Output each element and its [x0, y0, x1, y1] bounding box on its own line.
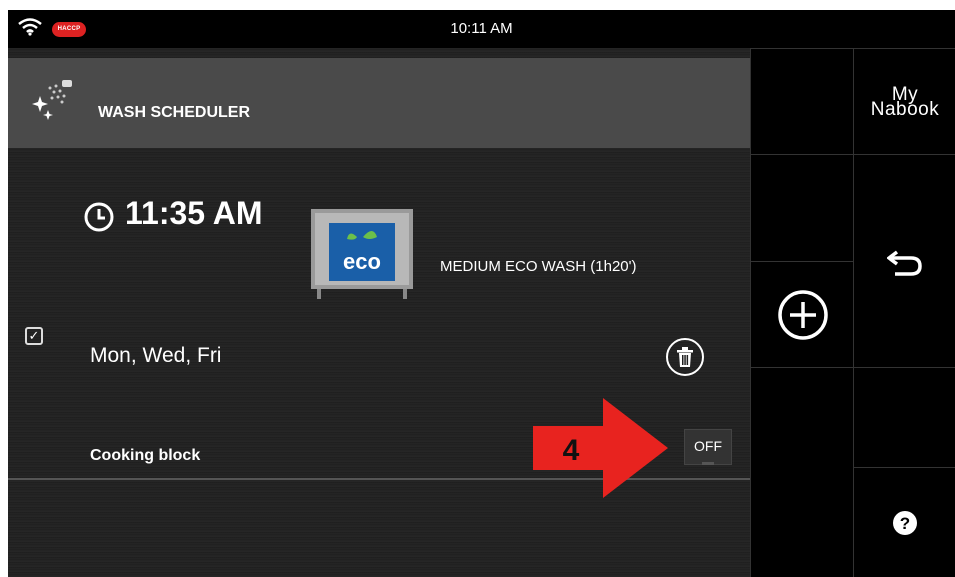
schedule-days[interactable]: Mon, Wed, Fri [90, 344, 221, 368]
back-button[interactable] [853, 154, 955, 368]
question-icon: ? [893, 511, 917, 535]
wash-scheduler-panel: WASH SCHEDULER 11:35 AM eco MEDIUM ECO W… [8, 48, 750, 577]
device-screen: HACCP 10:11 AM WASH SCHEDULER 11:35 AM e… [8, 10, 955, 577]
mynabook-button[interactable]: My Nabook [853, 48, 955, 155]
plus-circle-icon [777, 290, 828, 340]
blank-cell [750, 48, 854, 155]
eco-wash-icon[interactable]: eco [311, 209, 413, 299]
add-schedule-button[interactable] [750, 261, 854, 368]
schedule-time: 11:35 AM [125, 195, 263, 231]
step-number: 4 [563, 434, 580, 467]
cooking-block-toggle[interactable]: OFF [684, 429, 732, 465]
blank-cell [750, 154, 854, 262]
blank-cell [750, 367, 854, 577]
clock-icon [84, 202, 114, 232]
page-header: WASH SCHEDULER [8, 58, 750, 148]
svg-text:?: ? [900, 514, 910, 533]
toggle-indicator [702, 462, 714, 465]
right-nav-panel: My Nabook ? [750, 10, 955, 577]
trash-icon [677, 347, 693, 367]
mynabook-line2: Nabook [870, 99, 940, 120]
page-title: WASH SCHEDULER [98, 104, 251, 121]
undo-arrow-icon [887, 250, 922, 276]
help-button[interactable]: ? [853, 467, 955, 577]
wash-sparkle-icon [32, 80, 72, 120]
mynabook-logo: My Nabook [870, 85, 940, 120]
schedule-enabled-checkbox[interactable]: ✓ [25, 327, 43, 345]
cooking-block-label: Cooking block [90, 447, 201, 464]
blank-cell [853, 367, 955, 468]
eco-icon-text: eco [343, 249, 381, 274]
step-arrow-callout: 4 [533, 398, 668, 498]
wash-program-label: MEDIUM ECO WASH (1h20') [440, 258, 637, 275]
delete-schedule-button[interactable] [666, 338, 704, 376]
